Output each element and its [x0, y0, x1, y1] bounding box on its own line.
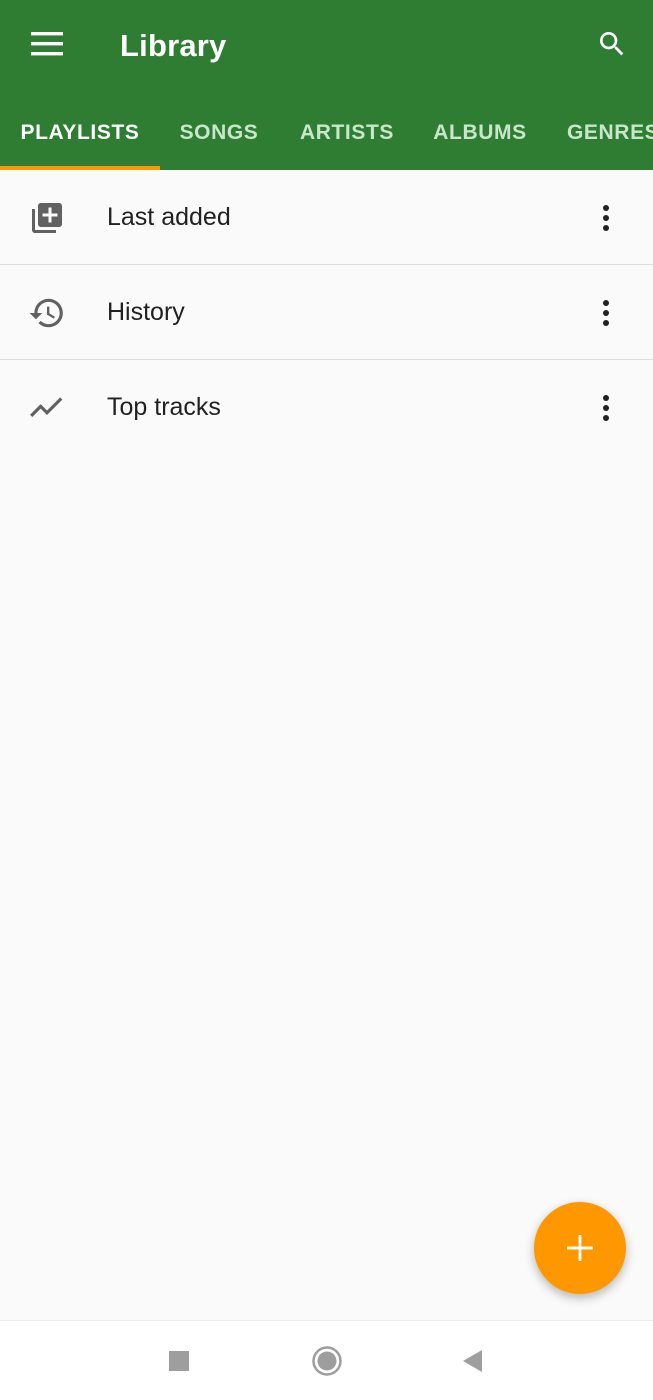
more-options-button[interactable] [586, 194, 626, 242]
more-vert-icon [603, 395, 609, 421]
tab-songs[interactable]: SONGS [160, 96, 278, 170]
playlist-list: Last added History Top tracks [0, 170, 653, 455]
search-icon [600, 32, 624, 56]
back-triangle-icon [463, 1350, 482, 1372]
tab-artists[interactable]: ARTISTS [278, 96, 416, 170]
plus-icon [567, 1235, 593, 1261]
recents-button[interactable] [155, 1337, 203, 1385]
library-tabs: PLAYLISTS SONGS ARTISTS ALBUMS GENRES [0, 96, 653, 170]
playlist-item-label: Last added [107, 203, 231, 231]
trending-up-icon [28, 389, 66, 427]
more-vert-icon [603, 300, 609, 326]
playlist-item-top-tracks[interactable]: Top tracks [0, 360, 653, 455]
more-options-button[interactable] [586, 384, 626, 432]
menu-button[interactable] [16, 22, 78, 66]
tab-albums[interactable]: ALBUMS [416, 96, 544, 170]
back-button[interactable] [448, 1337, 496, 1385]
playlist-item-label: Top tracks [107, 393, 221, 421]
home-button[interactable] [303, 1337, 351, 1385]
more-options-button[interactable] [586, 289, 626, 337]
history-icon [28, 294, 66, 332]
playlist-item-label: History [107, 298, 185, 326]
tab-playlists[interactable]: PLAYLISTS [0, 96, 160, 170]
playlist-item-history[interactable]: History [0, 265, 653, 360]
search-button[interactable] [588, 22, 636, 66]
playlist-item-last-added[interactable]: Last added [0, 170, 653, 265]
recents-square-icon [169, 1351, 189, 1371]
page-title: Library [120, 28, 227, 63]
tab-genres[interactable]: GENRES [544, 96, 653, 170]
app-bar: Library PLAYLISTS SONGS ARTISTS ALBUMS G… [0, 0, 653, 170]
home-circle-icon [312, 1346, 342, 1376]
system-nav-bar [0, 1320, 653, 1400]
add-playlist-button[interactable] [534, 1202, 626, 1294]
library-add-icon [28, 199, 66, 237]
more-vert-icon [603, 205, 609, 231]
hamburger-menu-icon [31, 32, 63, 56]
